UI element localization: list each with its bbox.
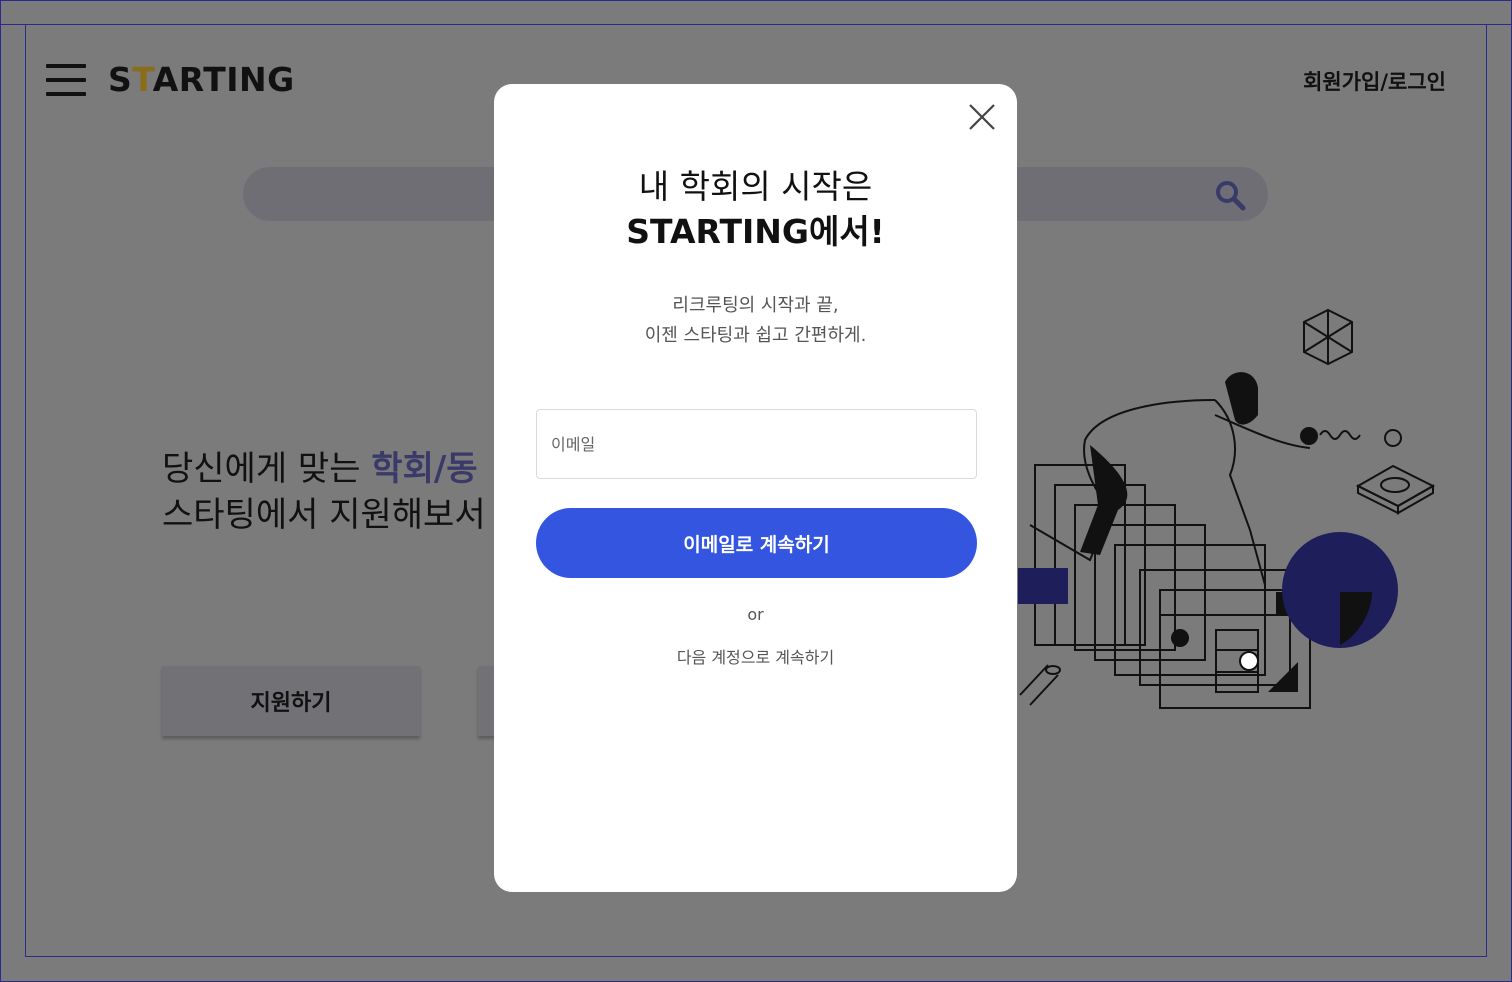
- logo-part: S: [108, 60, 133, 99]
- continue-with-email-button[interactable]: 이메일로 계속하기: [536, 508, 977, 578]
- modal-subtitle-line2: 이젠 스타팅과 쉽고 간편하게.: [644, 325, 867, 346]
- close-icon[interactable]: [967, 102, 997, 132]
- hero-highlight: 학회/동: [371, 449, 478, 489]
- logo[interactable]: STARTING: [108, 60, 295, 99]
- apply-button[interactable]: 지원하기: [162, 666, 420, 736]
- modal-subtitle-line1: 리크루팅의 시작과 끝,: [672, 295, 839, 316]
- or-divider: or: [747, 605, 764, 624]
- logo-part: ARTING: [152, 60, 295, 99]
- hero-line2: 스타팅에서 지원해보서: [162, 495, 486, 535]
- modal-title-line1: 내 학회의 시작은: [638, 167, 873, 206]
- modal-title-suffix: 에서!: [808, 212, 885, 251]
- logo-accent: T: [132, 60, 153, 99]
- hamburger-icon[interactable]: [46, 64, 86, 98]
- social-login-label: 다음 계정으로 계속하기: [676, 648, 835, 667]
- hero-text: 당신에게 맞는 학회/동 스타팅에서 지원해보서: [162, 446, 486, 538]
- modal-subtitle: 리크루팅의 시작과 끝, 이젠 스타팅과 쉽고 간편하게.: [494, 291, 1017, 351]
- hero-line1: 당신에게 맞는: [162, 449, 372, 489]
- login-modal: 내 학회의 시작은 STARTING에서! 리크루팅의 시작과 끝, 이젠 스타…: [494, 84, 1017, 892]
- modal-title: 내 학회의 시작은 STARTING에서!: [494, 164, 1017, 254]
- signup-login-link[interactable]: 회원가입/로그인: [1303, 66, 1446, 96]
- hero-illustration: [1018, 308, 1436, 709]
- search-icon[interactable]: [1214, 179, 1246, 211]
- top-bar: [0, 0, 1512, 25]
- email-field[interactable]: [536, 409, 977, 479]
- modal-title-brand: STARTING: [626, 212, 809, 251]
